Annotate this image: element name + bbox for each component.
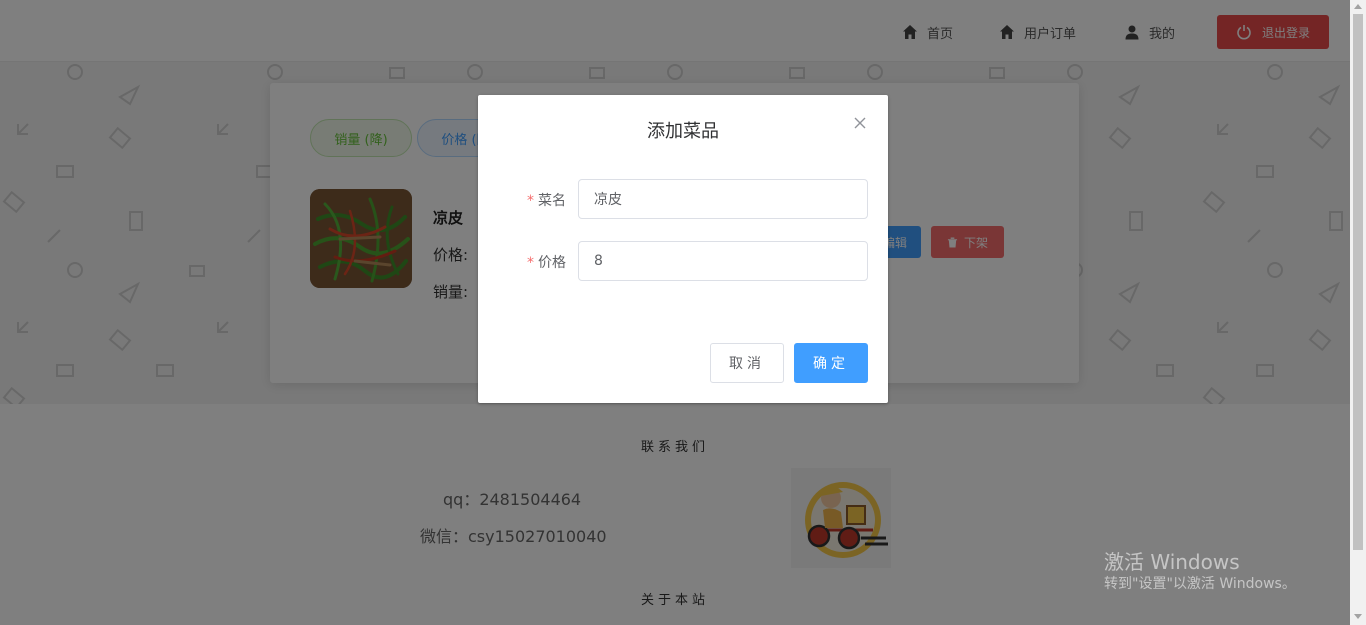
scroll-down-arrow-icon[interactable] — [1354, 614, 1362, 619]
dish-name-field-label-text: 菜名 — [538, 193, 566, 209]
required-asterisk: * — [527, 255, 534, 271]
confirm-button[interactable]: 确定 — [794, 343, 868, 383]
cancel-button[interactable]: 取消 — [710, 343, 784, 383]
dish-name-input[interactable] — [578, 179, 868, 219]
dish-name-field-label: * 菜名 — [514, 190, 566, 210]
required-asterisk: * — [527, 193, 534, 209]
dialog-title: 添加菜品 — [647, 121, 719, 142]
page-scrollbar[interactable] — [1350, 0, 1366, 625]
windows-activation-title: 激活 Windows — [1104, 550, 1240, 574]
scroll-up-arrow-icon[interactable] — [1354, 4, 1362, 9]
price-field-label: * 价格 — [514, 252, 566, 272]
close-icon[interactable] — [852, 115, 868, 131]
scroll-thumb[interactable] — [1353, 14, 1363, 550]
price-field-label-text: 价格 — [538, 255, 566, 271]
price-input[interactable] — [578, 241, 868, 281]
windows-activation-hint: 转到"设置"以激活 Windows。 — [1104, 576, 1296, 592]
add-dish-dialog: 添加菜品 *菜名 *价格 取消 确定 — [478, 95, 888, 403]
